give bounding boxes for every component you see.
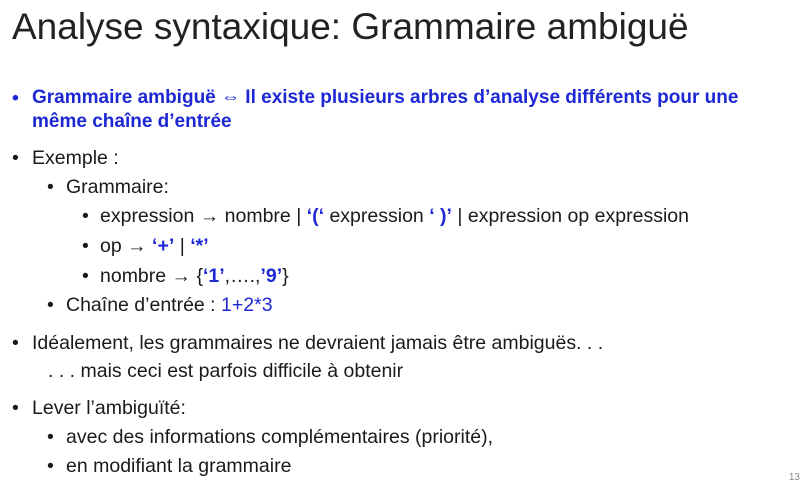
rule-nombre: • nombre → {‘1’,….,’9’} — [82, 263, 289, 289]
lever-bullet: • Lever l’ambiguïté: — [12, 395, 186, 421]
range-dots: ,…., — [224, 265, 261, 287]
close-brace: } — [282, 265, 289, 287]
input-string-bullet: • Chaîne d’entrée : 1+2*3 — [47, 292, 273, 318]
ideal-line-2: . . . mais ceci est parfois difficile à … — [48, 360, 404, 382]
example-label: Exemple : — [32, 147, 119, 169]
terminal-first-digit: ‘1’ — [202, 265, 225, 287]
bullet-icon: • — [82, 205, 89, 227]
terminal-times: ‘*’ — [190, 235, 209, 257]
rule-lhs: nombre — [100, 265, 167, 287]
arrow-icon: → — [199, 205, 220, 227]
rule-lhs: op — [100, 235, 122, 257]
bullet-icon: • — [12, 87, 19, 109]
grammar-label: Grammaire: — [66, 176, 169, 198]
terminal-plus: ‘+’ — [152, 235, 175, 257]
lever-item: • en modifiant la grammaire — [47, 453, 292, 479]
arrow-icon: → — [171, 265, 192, 287]
bullet-icon: • — [12, 397, 19, 419]
ideal-line-1: Idéalement, les grammaires ne devraient … — [32, 332, 604, 354]
definition-continuation: même chaîne d’entrée — [32, 109, 232, 135]
definition-line-1: Grammaire ambiguë ⇔ Il existe plusieurs … — [32, 87, 739, 108]
ideal-continuation: . . . mais ceci est parfois difficile à … — [48, 358, 403, 384]
lever-item: • avec des informations complémentaires … — [47, 424, 494, 450]
slide-title: Analyse syntaxique: Grammaire ambiguë — [12, 6, 689, 47]
bullet-icon: • — [47, 455, 54, 477]
rule-alt-nombre: nombre | — [224, 205, 302, 227]
bullet-icon: • — [47, 294, 54, 316]
bullet-icon: • — [47, 176, 54, 198]
grammar-bullet: • Grammaire: — [47, 174, 169, 200]
terminal-last-digit: ’9’ — [260, 265, 283, 287]
ideal-bullet: • Idéalement, les grammaires ne devraien… — [12, 330, 604, 356]
slide: Analyse syntaxique: Grammaire ambiguë • … — [0, 0, 808, 491]
input-string-value: 1+2*3 — [221, 294, 273, 316]
example-bullet: • Exemple : — [12, 145, 119, 171]
page-number: 13 — [788, 472, 800, 483]
terminal-open-paren: ‘(‘ — [306, 205, 325, 227]
input-string-label: Chaîne d’entrée : — [66, 294, 216, 316]
definition-line-2: même chaîne d’entrée — [32, 111, 232, 132]
bullet-icon: • — [82, 235, 89, 257]
arrow-icon: → — [127, 235, 147, 257]
rule-expression: • expression → nombre | ‘(‘ expression ‘… — [82, 203, 689, 229]
rule-op: • op → ‘+’ | ‘*’ — [82, 233, 209, 259]
rule-separator: | — [179, 235, 185, 257]
bullet-icon: • — [47, 426, 54, 448]
definition-bullet: • Grammaire ambiguë ⇔ Il existe plusieur… — [12, 85, 739, 111]
terminal-close-paren: ‘ )’ — [429, 205, 452, 227]
rule-lhs: expression — [100, 205, 195, 227]
lever-item-text: avec des informations complémentaires (p… — [66, 426, 494, 448]
lever-item-text: en modifiant la grammaire — [66, 455, 292, 477]
lever-label: Lever l’ambiguïté: — [32, 397, 186, 419]
rule-mid-expression: expression — [329, 205, 424, 227]
rule-alt-binary: | expression op expression — [457, 205, 689, 227]
bullet-icon: • — [82, 265, 89, 287]
bullet-icon: • — [12, 147, 19, 169]
bullet-icon: • — [12, 332, 19, 354]
